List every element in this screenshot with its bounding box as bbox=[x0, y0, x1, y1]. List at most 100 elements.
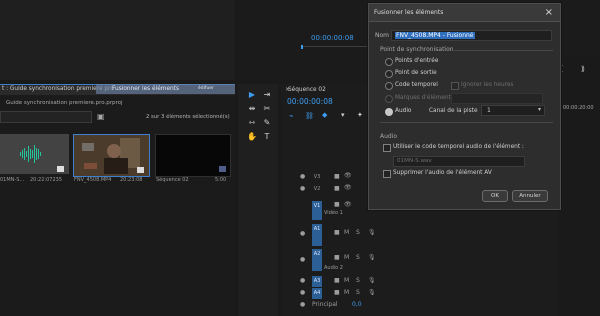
timeline-sequence-tab[interactable]: Séquence 02 bbox=[288, 87, 326, 93]
radio-audio[interactable] bbox=[385, 108, 393, 116]
solo-button[interactable]: S bbox=[356, 289, 360, 296]
track-channel-value: 1 bbox=[487, 107, 491, 114]
monitor-timecode: 00:00:00:08 bbox=[311, 34, 354, 42]
track-channel-select[interactable]: 1 ▾ bbox=[481, 105, 545, 116]
mute-button[interactable]: M bbox=[344, 289, 349, 296]
clip-audio-badge bbox=[57, 166, 64, 172]
eye-icon[interactable]: 👁 bbox=[344, 172, 352, 179]
track-v2-label[interactable]: V2 bbox=[312, 184, 322, 195]
ruler-time: 00:00:20:00 bbox=[563, 105, 594, 111]
sync-lock-icon[interactable]: ■ bbox=[334, 229, 340, 236]
name-field[interactable]: FNV_4508.MP4 - Fusionné bbox=[391, 30, 552, 41]
text-tool-icon[interactable]: T bbox=[262, 132, 272, 142]
sync-lock-icon[interactable]: ■ bbox=[334, 289, 340, 296]
sync-lock-icon[interactable]: ■ bbox=[334, 277, 340, 284]
radio-timecode-label: Code temporel bbox=[395, 82, 438, 88]
eye-icon[interactable]: 👁 bbox=[344, 184, 352, 191]
merge-clips-dialog: Fusionner les éléments × Nom : FNV_4508.… bbox=[368, 3, 561, 210]
close-icon[interactable]: × bbox=[545, 7, 553, 18]
monitor-scrub-track[interactable] bbox=[301, 46, 376, 47]
mic-icon[interactable]: 🎙 bbox=[368, 229, 376, 236]
lock-icon[interactable]: ● bbox=[300, 256, 305, 263]
clip-audio-name: 01MN-S... bbox=[0, 177, 25, 183]
wrench-icon[interactable]: ✦ bbox=[357, 111, 363, 119]
track-a3-button[interactable]: A3 bbox=[312, 276, 322, 287]
solo-button[interactable]: S bbox=[356, 277, 360, 284]
razor-tool-icon[interactable]: ✂ bbox=[262, 104, 272, 114]
radio-audio-label: Audio bbox=[395, 108, 412, 114]
pen-tool-icon[interactable]: ✎ bbox=[262, 118, 272, 128]
ignore-hours-checkbox[interactable] bbox=[451, 82, 459, 90]
track-a1-button[interactable]: A1 bbox=[312, 224, 322, 246]
radio-clip-markers-label: Marques d'élément bbox=[395, 95, 451, 101]
track-channel-label: Canal de la piste bbox=[429, 108, 478, 114]
ignore-hours-label: Ignorer les heures bbox=[461, 82, 514, 88]
dialog-titlebar: Fusionner les éléments × bbox=[369, 4, 560, 22]
lock-icon[interactable]: ● bbox=[300, 230, 305, 237]
eye-icon[interactable]: 👁 bbox=[344, 201, 352, 208]
sync-lock-icon[interactable]: ■ bbox=[334, 185, 340, 192]
lock-icon[interactable]: ● bbox=[300, 277, 305, 284]
selection-status: 2 sur 3 éléments sélectionné(s) bbox=[146, 114, 230, 120]
sync-lock-icon[interactable]: ■ bbox=[334, 254, 340, 261]
slip-tool-icon[interactable]: ⇿ bbox=[247, 118, 257, 128]
lock-icon[interactable]: ● bbox=[300, 185, 305, 192]
mute-button[interactable]: M bbox=[344, 254, 349, 261]
add-marker-icon[interactable]: ▾ bbox=[341, 111, 345, 119]
selection-tool-icon[interactable]: ▶ bbox=[247, 90, 257, 100]
mic-icon[interactable]: 🎙 bbox=[368, 289, 376, 296]
clip-video-name: FNV_4508.MP4 bbox=[74, 177, 112, 183]
use-audio-timecode-label: Utiliser le code temporel audio de l'élé… bbox=[393, 144, 524, 150]
track-v1-button[interactable]: V1 bbox=[312, 201, 322, 220]
radio-timecode[interactable] bbox=[385, 82, 393, 90]
mute-button[interactable]: M bbox=[344, 229, 349, 236]
hand-tool-icon[interactable]: ✋ bbox=[247, 132, 257, 142]
timeline-close-icon[interactable]: × bbox=[285, 86, 290, 93]
panel-controls-icon[interactable]: ⟫ bbox=[581, 65, 585, 73]
project-panel: t : Guide synchronisation premiere pro F… bbox=[0, 84, 235, 316]
track-select-tool-icon[interactable]: ⇥ bbox=[262, 90, 272, 100]
search-field[interactable] bbox=[0, 111, 92, 123]
name-value[interactable]: FNV_4508.MP4 - Fusionné bbox=[395, 32, 475, 39]
lock-icon[interactable]: ● bbox=[300, 289, 305, 296]
ghost-drag-label: Fusionner les éléments bbox=[112, 85, 179, 92]
principal-label: Principal bbox=[312, 301, 338, 308]
mic-icon[interactable]: 🎙 bbox=[368, 254, 376, 261]
snap-icon[interactable]: ⌁ bbox=[289, 112, 293, 120]
monitor-playhead-icon[interactable] bbox=[301, 45, 303, 49]
ghost-badge: édifuer bbox=[198, 86, 214, 91]
audio-section-title: Audio bbox=[380, 133, 398, 140]
solo-button[interactable]: S bbox=[356, 254, 360, 261]
clip-sequence-duration: 5:00 bbox=[215, 177, 227, 183]
track-a2-button[interactable]: A2 bbox=[312, 249, 322, 271]
track-a4-button[interactable]: A4 bbox=[312, 288, 322, 299]
sync-section-title: Point de synchronisation bbox=[380, 46, 454, 53]
sync-lock-icon[interactable]: ■ bbox=[334, 173, 340, 180]
radio-out-point[interactable] bbox=[385, 70, 393, 78]
linked-selection-icon[interactable]: ⛓ bbox=[305, 112, 314, 120]
project-path: Guide synchronisation premiere.pro.prpro… bbox=[6, 100, 123, 106]
audio-source-field[interactable]: 01MN-S.wav bbox=[393, 156, 525, 167]
sync-lock-icon[interactable]: ■ bbox=[334, 201, 340, 208]
principal-lock-icon[interactable]: ● bbox=[300, 301, 305, 308]
mute-button[interactable]: M bbox=[344, 277, 349, 284]
ok-button[interactable]: OK bbox=[482, 190, 508, 202]
folder-icon[interactable]: ▣ bbox=[97, 112, 105, 121]
track-v3-label[interactable]: V3 bbox=[312, 172, 322, 183]
sequence-icon bbox=[219, 166, 226, 172]
radio-in-point[interactable] bbox=[385, 58, 393, 66]
mic-icon[interactable]: 🎙 bbox=[368, 277, 376, 284]
lock-icon[interactable]: ● bbox=[300, 173, 305, 180]
principal-value: 0,0 bbox=[352, 301, 362, 308]
solo-button[interactable]: S bbox=[356, 229, 360, 236]
ripple-edit-tool-icon[interactable]: ⇹ bbox=[247, 104, 257, 114]
radio-out-point-label: Point de sortie bbox=[395, 70, 437, 76]
video-track-label: Vidéo 1 bbox=[324, 210, 343, 216]
cancel-button[interactable]: Annuler bbox=[512, 190, 548, 202]
sync-section-line bbox=[454, 50, 553, 51]
use-audio-timecode-checkbox[interactable] bbox=[383, 144, 391, 152]
radio-clip-markers[interactable] bbox=[385, 95, 393, 103]
remove-audio-checkbox[interactable] bbox=[383, 170, 391, 178]
clip-markers-field[interactable] bbox=[451, 93, 543, 104]
marker-icon[interactable]: ◆ bbox=[322, 111, 327, 119]
